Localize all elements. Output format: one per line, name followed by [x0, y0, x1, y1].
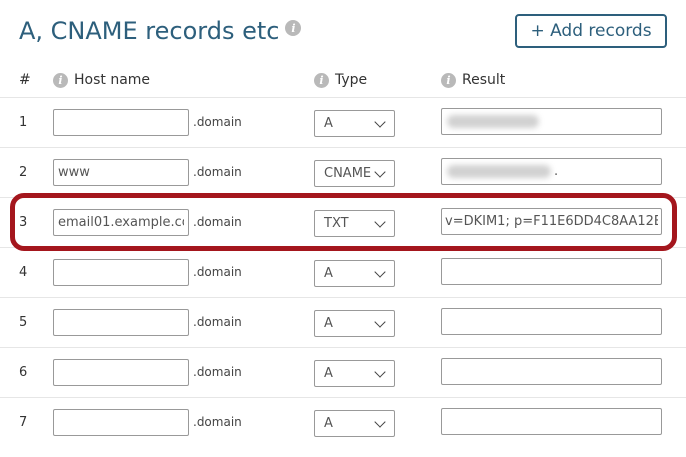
type-select-value: A	[324, 416, 333, 431]
host-name-input[interactable]	[53, 359, 189, 386]
type-select[interactable]: A	[314, 310, 395, 337]
domain-suffix: .domain	[193, 315, 242, 329]
domain-suffix: .domain	[193, 165, 242, 179]
add-records-button[interactable]: + Add records	[515, 14, 667, 48]
type-select[interactable]: CNAME	[314, 160, 395, 187]
result-input[interactable]	[441, 408, 662, 435]
chevron-down-icon	[374, 315, 386, 328]
domain-suffix: .domain	[193, 365, 242, 379]
type-select-value: A	[324, 366, 333, 381]
column-header-number-label: #	[19, 72, 31, 88]
chevron-down-icon	[374, 415, 386, 428]
result-input[interactable]	[441, 308, 662, 335]
row-number: 1	[19, 115, 28, 130]
type-select[interactable]: A	[314, 410, 395, 437]
column-header-result-label: Result	[462, 72, 506, 88]
table-row: 7 .domain A	[0, 397, 686, 447]
table-row: 2 .domain CNAME	[0, 147, 686, 197]
table-row: 4 .domain A	[0, 247, 686, 297]
domain-suffix: .domain	[193, 415, 242, 429]
host-name-input[interactable]	[53, 209, 189, 236]
host-name-input[interactable]	[53, 409, 189, 436]
domain-suffix: .domain	[193, 215, 242, 229]
info-icon[interactable]: i	[441, 72, 456, 88]
result-input[interactable]	[441, 208, 662, 235]
domain-suffix: .domain	[193, 115, 242, 129]
info-icon[interactable]: i	[285, 20, 302, 36]
host-name-input[interactable]	[53, 309, 189, 336]
type-select-value: TXT	[324, 216, 349, 231]
type-select-value: A	[324, 316, 333, 331]
chevron-down-icon	[374, 365, 386, 378]
redacted-value	[447, 115, 539, 128]
records-table: 1 .domain A 2 .domain CNAME 3 .domain TX…	[0, 97, 686, 447]
chevron-down-icon	[374, 265, 386, 278]
type-select[interactable]: A	[314, 260, 395, 287]
table-row: 1 .domain A	[0, 97, 686, 147]
row-number: 3	[19, 215, 28, 230]
result-field-wrapper	[441, 108, 662, 135]
row-number: 5	[19, 315, 28, 330]
host-name-input[interactable]	[53, 159, 189, 186]
type-select[interactable]: A	[314, 360, 395, 387]
column-header-result: i Result	[441, 72, 505, 88]
page-title: A, CNAME records etc i	[19, 17, 302, 45]
column-header-type: i Type	[314, 72, 367, 88]
chevron-down-icon	[374, 165, 386, 178]
column-header-type-label: Type	[335, 72, 368, 88]
result-input[interactable]	[441, 358, 662, 385]
info-icon[interactable]: i	[314, 72, 329, 88]
column-header-number: #	[19, 72, 31, 88]
type-select[interactable]: A	[314, 110, 395, 137]
row-number: 6	[19, 365, 28, 380]
type-select[interactable]: TXT	[314, 210, 395, 237]
result-input[interactable]	[441, 258, 662, 285]
chevron-down-icon	[374, 215, 386, 228]
table-row: 5 .domain A	[0, 297, 686, 347]
column-header-host-label: Host name	[74, 72, 151, 88]
host-name-input[interactable]	[53, 109, 189, 136]
type-select-value: A	[324, 116, 333, 131]
table-row: 6 .domain A	[0, 347, 686, 397]
info-icon[interactable]: i	[53, 72, 68, 88]
row-number: 2	[19, 165, 28, 180]
row-number: 4	[19, 265, 28, 280]
page-title-text: A, CNAME records etc	[19, 17, 280, 45]
domain-suffix: .domain	[193, 265, 242, 279]
table-row: 3 .domain TXT	[0, 197, 686, 247]
type-select-value: CNAME	[324, 166, 372, 181]
type-select-value: A	[324, 266, 333, 281]
result-field-wrapper	[441, 158, 662, 185]
chevron-down-icon	[374, 115, 386, 128]
host-name-input[interactable]	[53, 259, 189, 286]
row-number: 7	[19, 415, 28, 430]
redacted-value	[447, 165, 551, 178]
column-header-host: i Host name	[53, 72, 150, 88]
